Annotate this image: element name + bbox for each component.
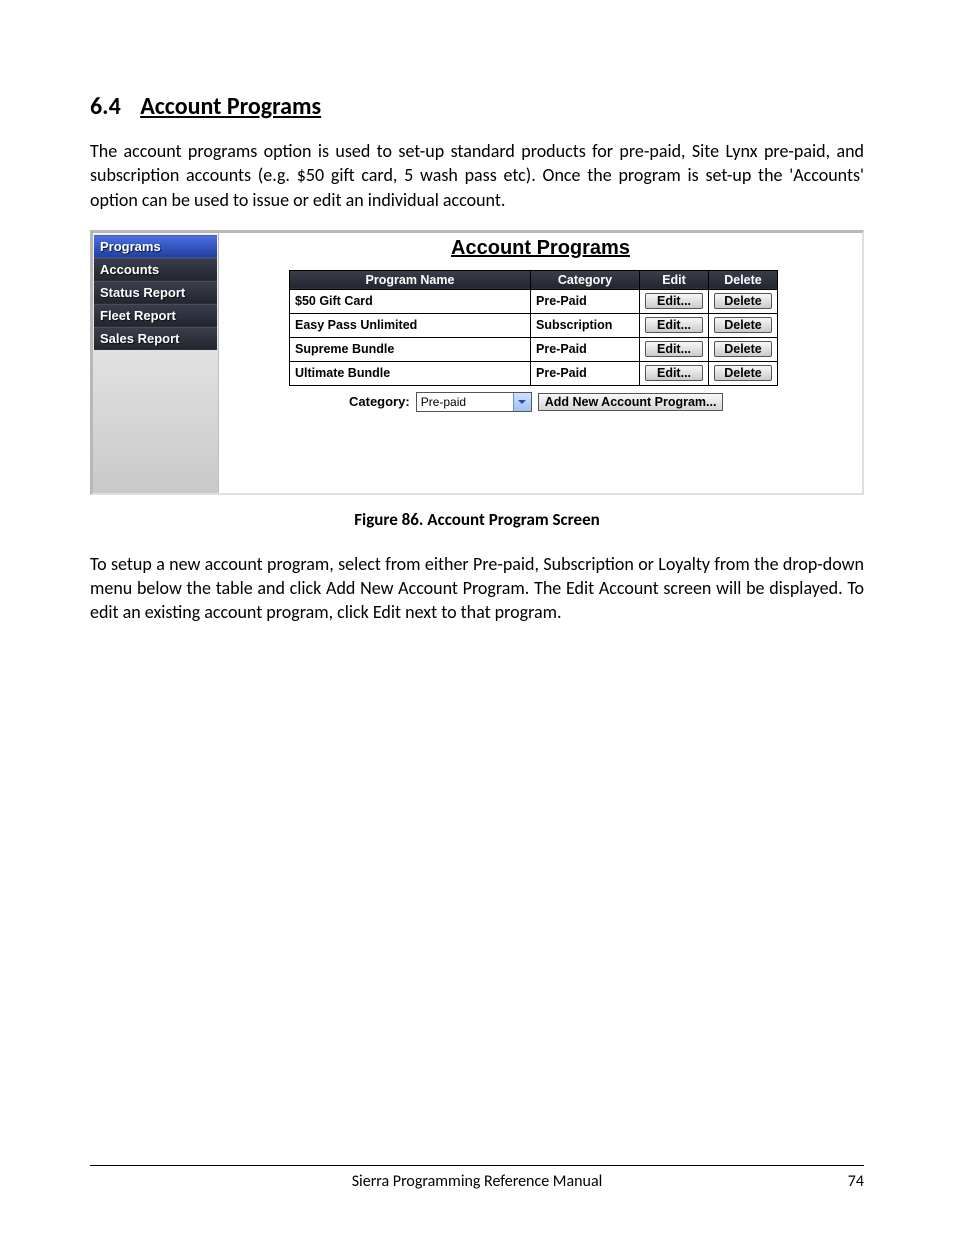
chevron-down-icon [513,393,531,411]
edit-button[interactable]: Edit... [645,341,703,357]
sidebar: Programs Accounts Status Report Fleet Re… [93,233,219,493]
cell-name: $50 Gift Card [290,289,531,313]
cell-name: Supreme Bundle [290,337,531,361]
edit-button[interactable]: Edit... [645,365,703,381]
cell-category: Pre-Paid [531,361,640,385]
footer-rule [90,1165,864,1166]
screenshot-figure: Programs Accounts Status Report Fleet Re… [90,230,864,495]
table-row: Ultimate Bundle Pre-Paid Edit... Delete [290,361,778,385]
figure-caption: Figure 86. Account Program Screen [90,509,864,530]
category-label: Category: [349,394,410,409]
cell-category: Pre-Paid [531,337,640,361]
content-pane: Account Programs Program Name Category E… [219,233,862,493]
delete-button[interactable]: Delete [714,293,772,309]
col-header-name: Program Name [290,270,531,289]
sidebar-item-programs[interactable]: Programs [94,235,217,258]
add-new-account-program-button[interactable]: Add New Account Program... [538,393,724,411]
footer-page-number: 74 [804,1172,864,1191]
instructions-paragraph: To setup a new account program, select f… [90,552,864,625]
delete-button[interactable]: Delete [714,341,772,357]
sidebar-item-fleet-report[interactable]: Fleet Report [94,304,217,327]
delete-button[interactable]: Delete [714,365,772,381]
delete-button[interactable]: Delete [714,317,772,333]
footer-title: Sierra Programming Reference Manual [150,1172,804,1191]
cell-name: Ultimate Bundle [290,361,531,385]
cell-category: Subscription [531,313,640,337]
edit-button[interactable]: Edit... [645,317,703,333]
col-header-edit: Edit [640,270,709,289]
section-heading: 6.4 Account Programs [90,92,864,121]
intro-paragraph: The account programs option is used to s… [90,139,864,212]
page-footer: Sierra Programming Reference Manual 74 [90,1165,864,1191]
sidebar-item-accounts[interactable]: Accounts [94,258,217,281]
sidebar-item-sales-report[interactable]: Sales Report [94,327,217,350]
controls-row: Category: Pre-paid Add New Account Progr… [219,392,862,412]
cell-category: Pre-Paid [531,289,640,313]
content-title: Account Programs [219,237,862,260]
sidebar-item-status-report[interactable]: Status Report [94,281,217,304]
table-row: $50 Gift Card Pre-Paid Edit... Delete [290,289,778,313]
col-header-delete: Delete [709,270,778,289]
section-number: 6.4 [90,92,121,121]
table-row: Easy Pass Unlimited Subscription Edit...… [290,313,778,337]
edit-button[interactable]: Edit... [645,293,703,309]
table-row: Supreme Bundle Pre-Paid Edit... Delete [290,337,778,361]
category-select[interactable]: Pre-paid [416,392,532,412]
programs-table: Program Name Category Edit Delete $50 Gi… [289,270,778,386]
cell-name: Easy Pass Unlimited [290,313,531,337]
category-select-value: Pre-paid [421,395,466,409]
section-title: Account Programs [122,92,321,121]
col-header-category: Category [531,270,640,289]
